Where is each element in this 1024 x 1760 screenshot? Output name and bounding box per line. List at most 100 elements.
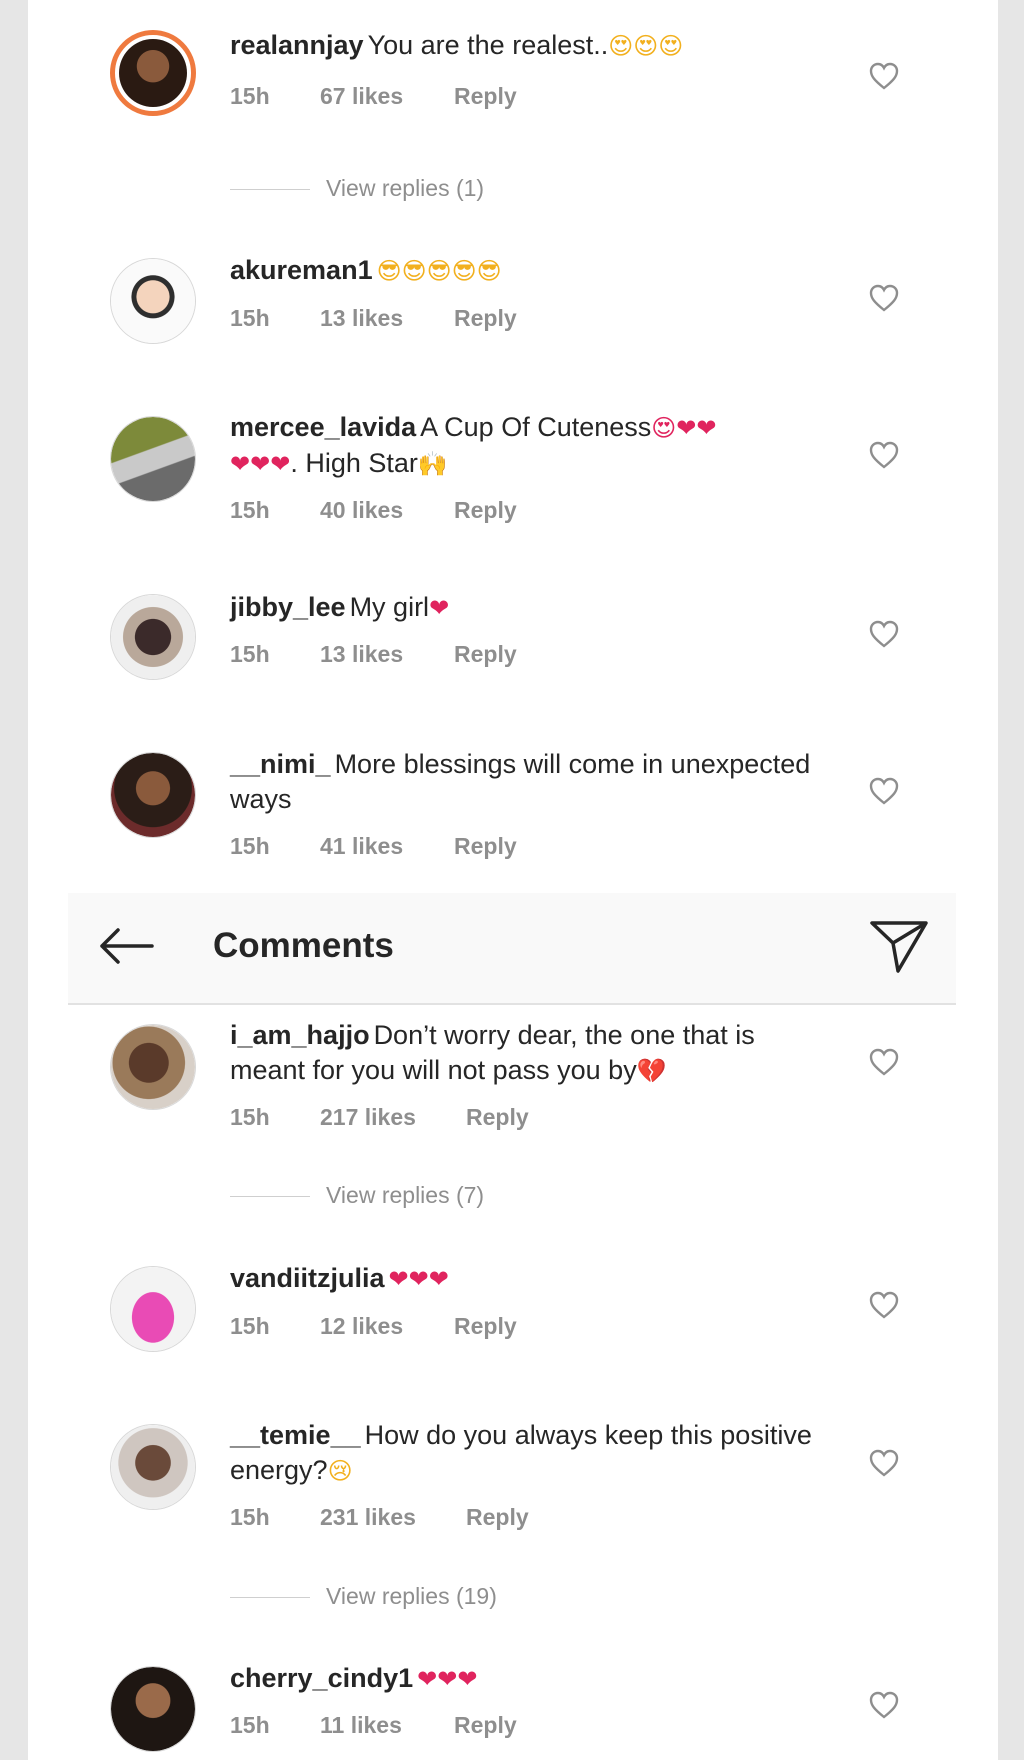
comment-body: A Cup Of Cuteness: [420, 412, 652, 442]
heart-outline-icon[interactable]: [868, 440, 900, 470]
avatar[interactable]: [110, 1424, 196, 1510]
comment-likes[interactable]: 67 likes: [320, 83, 454, 110]
comment-text: cherry_cindy1 ❤❤❤: [230, 1661, 830, 1697]
comment-username[interactable]: mercee_lavida: [230, 412, 416, 442]
view-replies-label: View replies (7): [326, 1182, 485, 1208]
comment-username[interactable]: jibby_lee: [230, 592, 346, 622]
comment-meta: 15h 13 likes Reply: [230, 305, 517, 332]
comment-meta: 15h 217 likes Reply: [230, 1104, 529, 1131]
comment-meta: 15h 13 likes Reply: [230, 641, 517, 668]
reply-button[interactable]: Reply: [454, 641, 517, 668]
divider-line: [230, 1196, 310, 1198]
reply-button[interactable]: Reply: [466, 1104, 529, 1131]
emoji: 😍❤❤: [651, 414, 717, 442]
heart-outline-icon[interactable]: [868, 1690, 900, 1720]
comment-meta: 15h 41 likes Reply: [230, 833, 517, 860]
comment-likes[interactable]: 41 likes: [320, 833, 454, 860]
emoji: 😍😍😍: [608, 32, 684, 60]
avatar[interactable]: [110, 752, 196, 838]
comment-time: 15h: [230, 1712, 270, 1738]
emoji: ❤: [429, 594, 450, 622]
heart-outline-icon[interactable]: [868, 1047, 900, 1077]
comment-body: You are the realest..: [367, 30, 609, 60]
comment-username[interactable]: __nimi_: [230, 749, 331, 779]
comment-text: i_am_hajjo Don’t worry dear, the one that…: [230, 1018, 830, 1089]
comment-body: . High Star: [290, 448, 418, 478]
heart-outline-icon[interactable]: [868, 1290, 900, 1320]
comment-meta: 15h 67 likes Reply: [230, 83, 517, 110]
avatar[interactable]: [110, 30, 196, 116]
comment-time: 15h: [230, 497, 270, 523]
comment-likes[interactable]: 12 likes: [320, 1313, 454, 1340]
comment-text: mercee_lavida A Cup Of Cuteness😍❤❤ ❤❤❤. H…: [230, 410, 830, 482]
divider-line: [230, 189, 310, 191]
reply-button[interactable]: Reply: [454, 1712, 517, 1739]
view-replies-button[interactable]: View replies (7): [230, 1182, 484, 1209]
avatar[interactable]: [110, 1024, 196, 1110]
avatar[interactable]: [110, 594, 196, 680]
emoji: 💔: [636, 1057, 667, 1085]
heart-outline-icon[interactable]: [868, 776, 900, 806]
comment-likes[interactable]: 40 likes: [320, 497, 454, 524]
comment-time: 15h: [230, 1104, 270, 1130]
emoji: ❤❤❤: [417, 1665, 478, 1693]
heart-outline-icon[interactable]: [868, 619, 900, 649]
comment-text: jibby_lee My girl❤: [230, 590, 830, 626]
comment-username[interactable]: vandiitzjulia: [230, 1263, 385, 1293]
comment-time: 15h: [230, 83, 270, 109]
view-replies-button[interactable]: View replies (1): [230, 175, 484, 202]
comment-meta: 15h 231 likes Reply: [230, 1504, 529, 1531]
comment-username[interactable]: realannjay: [230, 30, 364, 60]
reply-button[interactable]: Reply: [454, 305, 517, 332]
comment-username[interactable]: akureman1: [230, 255, 373, 285]
heart-outline-icon[interactable]: [868, 1448, 900, 1478]
comment-likes[interactable]: 11 likes: [320, 1712, 454, 1739]
comment-meta: 15h 11 likes Reply: [230, 1712, 517, 1739]
page-title: Comments: [213, 926, 394, 965]
reply-button[interactable]: Reply: [454, 1313, 517, 1340]
comment-likes[interactable]: 231 likes: [320, 1504, 466, 1531]
comment-text: vandiitzjulia ❤❤❤: [230, 1261, 830, 1297]
emoji: ❤❤❤: [230, 450, 291, 478]
comment-text: __nimi_ More blessings will come in unexp…: [230, 747, 830, 817]
comment-time: 15h: [230, 833, 270, 859]
divider-line: [230, 1597, 310, 1599]
comment-username[interactable]: __temie__: [230, 1420, 361, 1450]
avatar[interactable]: [110, 1266, 196, 1352]
comment-text: __temie__ How do you always keep this pos…: [230, 1418, 830, 1489]
comment-likes[interactable]: 13 likes: [320, 305, 454, 332]
send-icon[interactable]: [868, 915, 930, 977]
emoji: 🙌: [417, 450, 448, 478]
comments-page: realannjay You are the realest..😍😍😍 15h 67…: [28, 0, 998, 1760]
comment-meta: 15h 40 likes Reply: [230, 497, 517, 524]
comment-time: 15h: [230, 1504, 270, 1530]
comment-time: 15h: [230, 305, 270, 331]
comment-body: My girl: [349, 592, 430, 622]
back-arrow-icon[interactable]: [96, 925, 156, 967]
view-replies-label: View replies (1): [326, 175, 485, 201]
comment-text: akureman1 😎😎😎😎😎: [230, 253, 830, 289]
heart-outline-icon[interactable]: [868, 61, 900, 91]
reply-button[interactable]: Reply: [466, 1504, 529, 1531]
reply-button[interactable]: Reply: [454, 83, 517, 110]
comment-likes[interactable]: 217 likes: [320, 1104, 466, 1131]
heart-outline-icon[interactable]: [868, 283, 900, 313]
comment-text: realannjay You are the realest..😍😍😍: [230, 28, 830, 64]
reply-button[interactable]: Reply: [454, 497, 517, 524]
view-replies-label: View replies (19): [326, 1583, 497, 1609]
view-replies-button[interactable]: View replies (19): [230, 1583, 497, 1610]
avatar[interactable]: [110, 416, 196, 502]
comment-likes[interactable]: 13 likes: [320, 641, 454, 668]
comment-username[interactable]: i_am_hajjo: [230, 1020, 370, 1050]
avatar[interactable]: [110, 258, 196, 344]
emoji: 😎😎😎😎😎: [376, 257, 502, 285]
emoji: 😢: [327, 1457, 353, 1485]
comment-time: 15h: [230, 1313, 270, 1339]
comment-time: 15h: [230, 641, 270, 667]
emoji: ❤❤❤: [388, 1265, 449, 1293]
comment-username[interactable]: cherry_cindy1: [230, 1663, 413, 1693]
comment-meta: 15h 12 likes Reply: [230, 1313, 517, 1340]
avatar[interactable]: [110, 1666, 196, 1752]
comments-header: Comments: [68, 893, 956, 1005]
reply-button[interactable]: Reply: [454, 833, 517, 860]
